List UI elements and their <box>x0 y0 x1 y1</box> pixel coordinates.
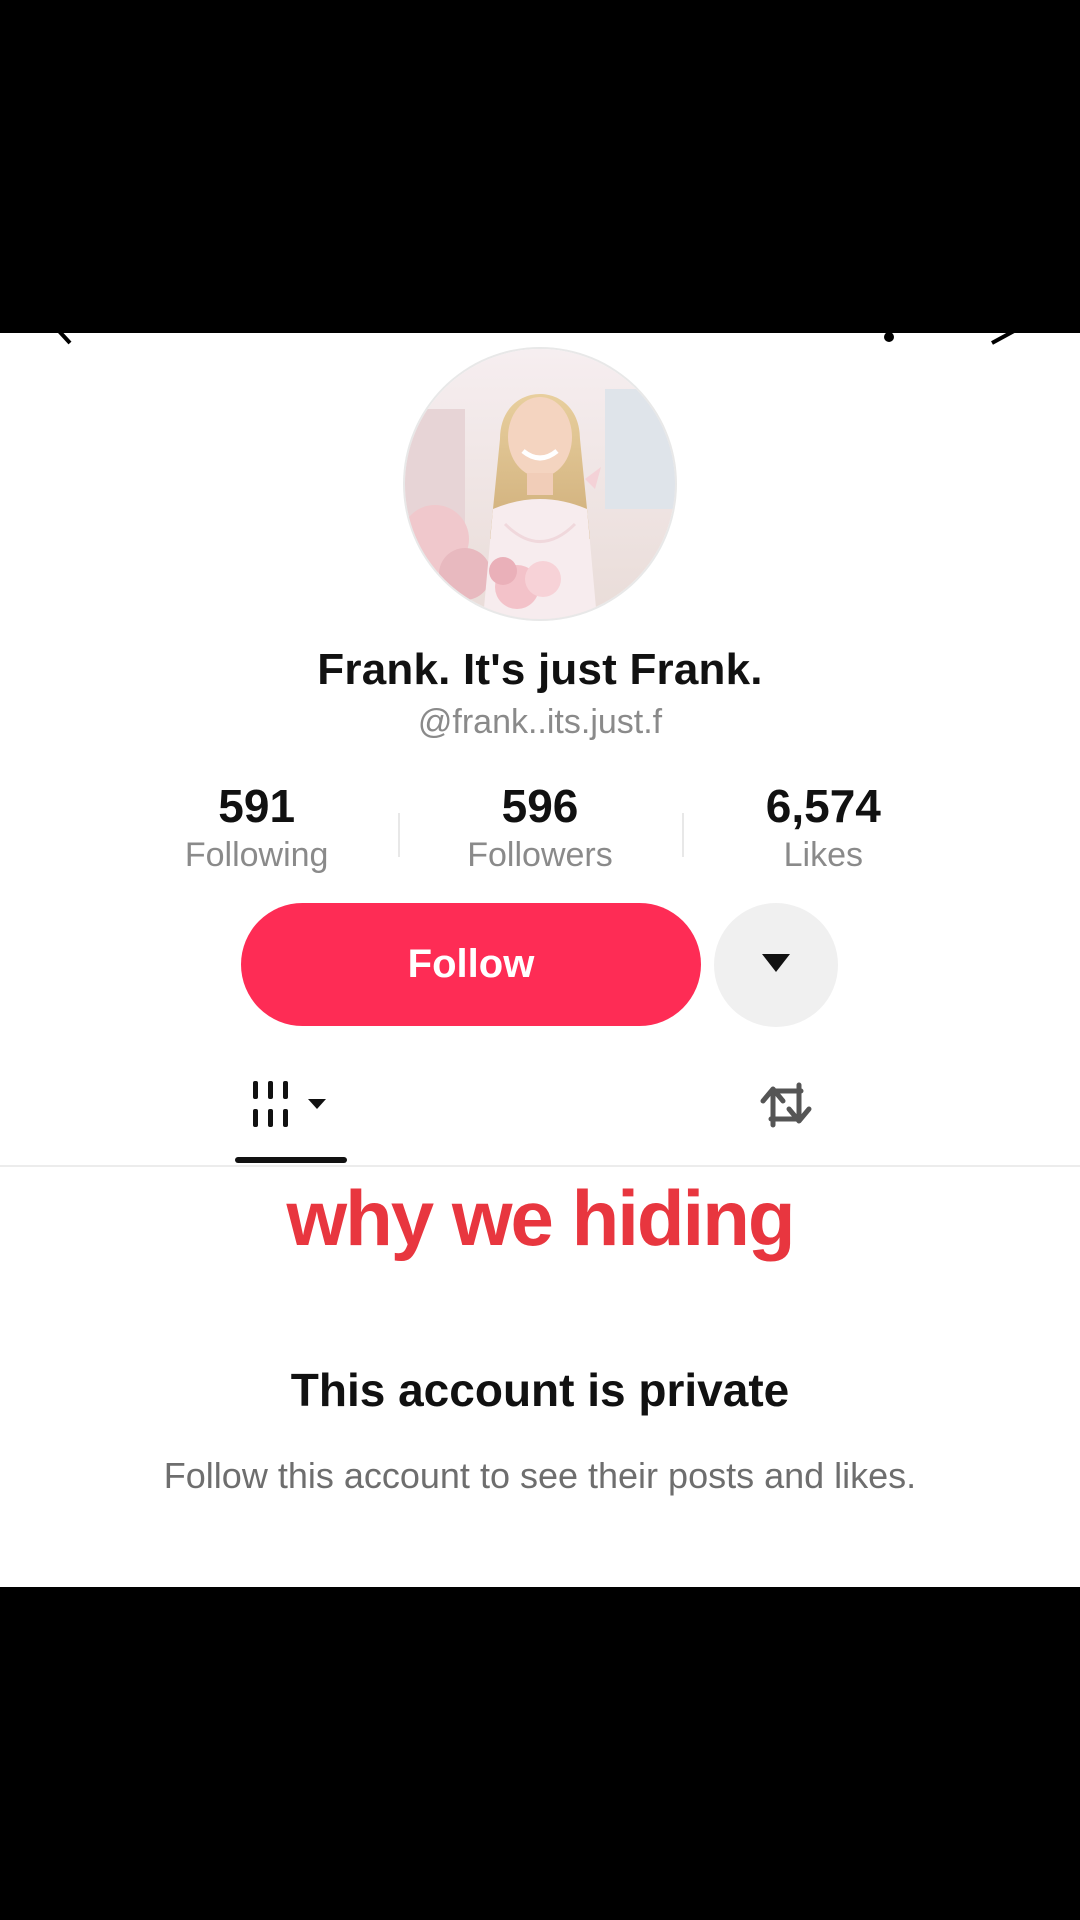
suggested-accounts-button[interactable] <box>714 903 838 1027</box>
stat-divider <box>398 813 401 857</box>
followers-label: Followers <box>467 836 613 874</box>
stats-row: 591 Following 596 Followers 6,574 Likes <box>115 778 965 888</box>
stat-likes[interactable]: 6,574 Likes <box>681 778 965 888</box>
stat-followers[interactable]: 596 Followers <box>398 778 681 888</box>
bell-icon[interactable] <box>874 333 904 345</box>
tabs-divider <box>0 1165 1080 1167</box>
avatar[interactable] <box>405 349 675 619</box>
following-label: Following <box>184 836 329 874</box>
follow-button[interactable]: Follow <box>241 903 701 1026</box>
likes-count: 6,574 <box>765 780 881 832</box>
tab-active-indicator <box>235 1157 347 1163</box>
share-icon[interactable] <box>988 333 1018 345</box>
followers-count: 596 <box>501 780 579 832</box>
tab-reposts[interactable] <box>730 1053 842 1161</box>
tab-videos[interactable] <box>235 1053 347 1161</box>
letterbox-bottom <box>0 1587 1080 1920</box>
content-tabs <box>0 1053 1080 1165</box>
private-account-description: Follow this account to see their posts a… <box>163 1455 917 1496</box>
stat-divider <box>681 813 684 857</box>
username-handle: @frank..its.just.f <box>417 703 663 741</box>
stat-following[interactable]: 591 Following <box>115 778 398 888</box>
following-count: 591 <box>218 780 296 832</box>
repost-icon <box>755 1077 817 1138</box>
caret-down-icon <box>760 952 792 979</box>
likes-label: Likes <box>783 836 863 874</box>
grid-icon <box>250 1079 332 1136</box>
profile-screen: Frank. It's just Frank. @frank..its.just… <box>0 333 1080 1587</box>
display-name: Frank. It's just Frank. <box>317 645 763 694</box>
video-caption-overlay: why we hiding <box>286 1174 795 1262</box>
back-icon[interactable] <box>50 333 80 345</box>
letterbox-top <box>0 0 1080 333</box>
private-account-title: This account is private <box>290 1364 790 1416</box>
